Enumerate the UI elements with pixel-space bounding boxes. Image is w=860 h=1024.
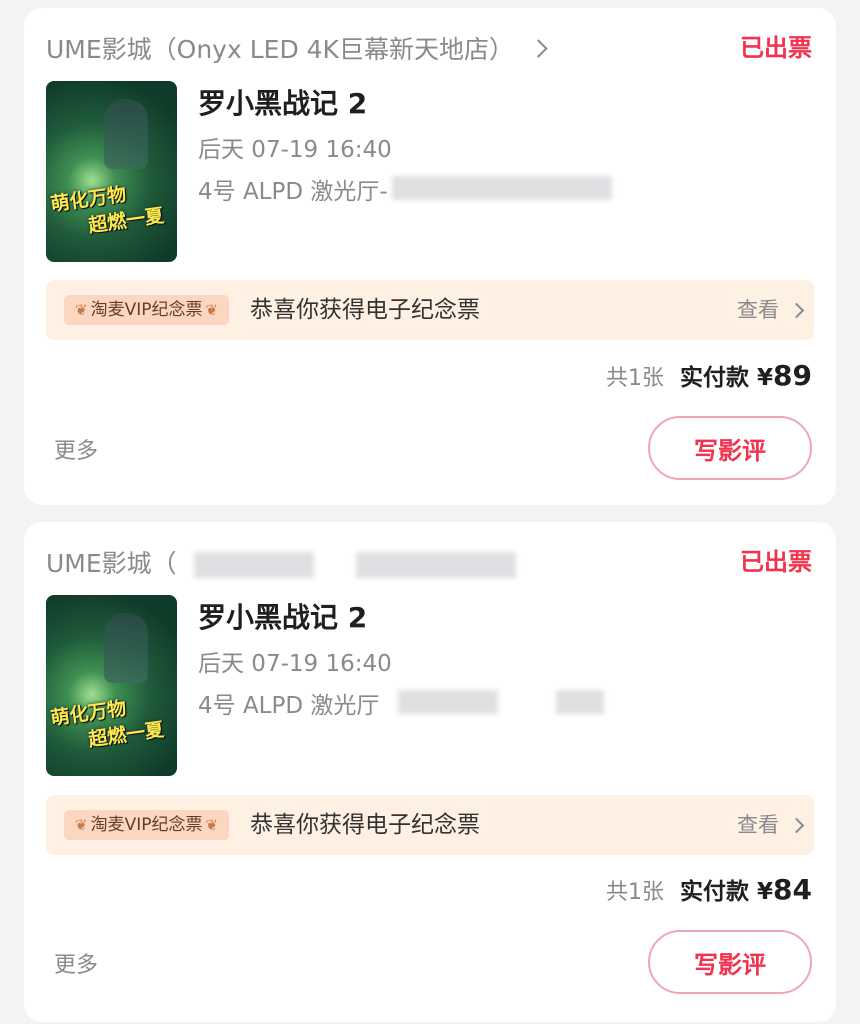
laurel-right-icon: ❦ [205,816,219,834]
write-review-button[interactable]: 写影评 [648,930,812,994]
laurel-right-icon: ❦ [205,301,219,319]
souvenir-ticket-bar[interactable]: ❦ 淘麦VIP纪念票 ❦ 恭喜你获得电子纪念票 查看 [46,280,814,340]
order-card[interactable]: UME影城（Onyx LED 4K巨幕新天地店） 已出票 萌化万物 超燃一夏 罗… [24,8,836,505]
ticket-count: 共1张 [606,880,665,905]
vip-badge-label: 淘麦VIP纪念票 [90,300,203,320]
movie-title: 罗小黑战记 2 [198,601,368,634]
ticket-count: 共1张 [606,366,665,391]
redacted-cinema-name [356,552,516,578]
price-summary: 共1张 实付款 ¥ 89 [606,358,812,402]
view-label: 查看 [737,813,779,837]
poster-figure [104,99,148,169]
more-button[interactable]: 更多 [54,947,98,979]
view-label: 查看 [737,298,779,322]
hall-seat-info: 4号 ALPD 激光厅 [198,693,380,719]
cinema-name: UME影城（ [46,549,177,578]
ticket-status: 已出票 [740,34,812,62]
cinema-link[interactable]: UME影城（ [46,544,177,580]
redacted-seat-info [556,690,604,714]
vip-souvenir-badge: ❦ 淘麦VIP纪念票 ❦ [64,295,230,325]
movie-poster[interactable]: 萌化万物 超燃一夏 [46,81,177,262]
paid-label: 实付款 ¥ [680,879,774,905]
cinema-name: UME影城（Onyx LED 4K巨幕新天地店） [46,35,514,64]
vip-souvenir-badge: ❦ 淘麦VIP纪念票 ❦ [64,810,230,840]
price-summary: 共1张 实付款 ¥ 84 [606,872,812,916]
hall-seat-info: 4号 ALPD 激光厅- [198,179,388,205]
paid-amount: 89 [773,359,812,392]
view-souvenir-link[interactable]: 查看 [737,795,805,855]
movie-poster[interactable]: 萌化万物 超燃一夏 [46,595,177,776]
redacted-seat-info [392,176,612,200]
order-card[interactable]: UME影城（ 已出票 萌化万物 超燃一夏 罗小黑战记 2 后天 07-19 16… [24,522,836,1022]
laurel-left-icon: ❦ [75,301,88,319]
chevron-right-icon [529,38,548,58]
cinema-link[interactable]: UME影城（Onyx LED 4K巨幕新天地店） [46,30,548,66]
ticket-status: 已出票 [740,548,812,576]
view-souvenir-link[interactable]: 查看 [737,280,805,340]
redacted-seat-info [398,690,498,714]
showtime: 后天 07-19 16:40 [198,651,392,677]
write-review-button[interactable]: 写影评 [648,416,812,480]
laurel-left-icon: ❦ [75,816,88,834]
showtime: 后天 07-19 16:40 [198,137,392,163]
vip-badge-label: 淘麦VIP纪念票 [90,815,203,835]
movie-title: 罗小黑战记 2 [198,87,368,120]
redacted-cinema-name [194,552,314,578]
souvenir-message: 恭喜你获得电子纪念票 [250,297,480,323]
more-button[interactable]: 更多 [54,433,98,465]
poster-figure [104,613,148,683]
chevron-right-icon [788,817,805,833]
souvenir-message: 恭喜你获得电子纪念票 [250,812,480,838]
paid-label: 实付款 ¥ [680,365,774,391]
paid-amount: 84 [773,873,812,906]
souvenir-ticket-bar[interactable]: ❦ 淘麦VIP纪念票 ❦ 恭喜你获得电子纪念票 查看 [46,795,814,855]
chevron-right-icon [788,302,805,318]
